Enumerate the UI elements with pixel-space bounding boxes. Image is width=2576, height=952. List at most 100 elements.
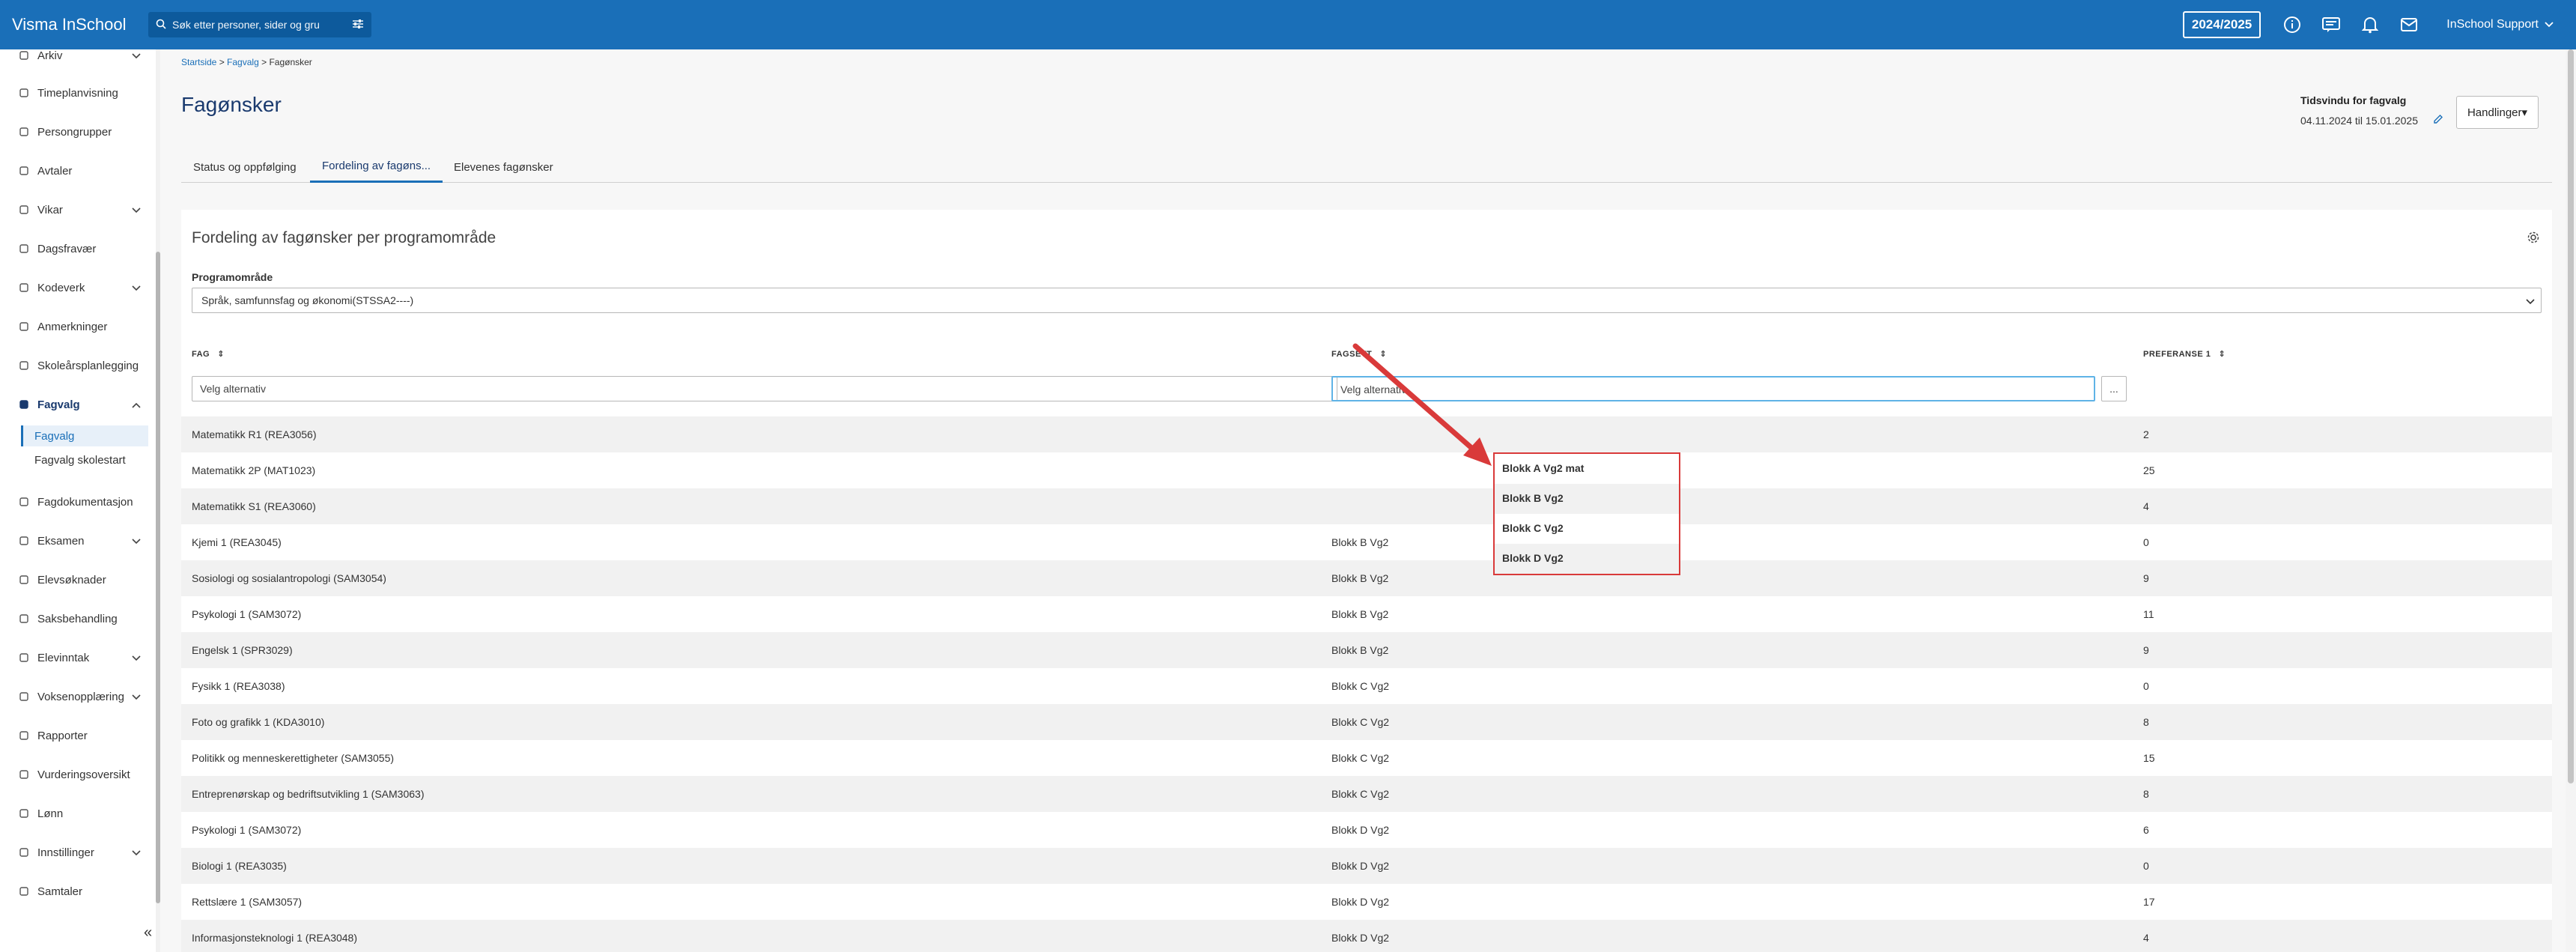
search-box[interactable]: Søk etter personer, sider og gru [148,12,371,37]
user-menu[interactable]: InSchool Support [2446,18,2554,31]
table-row[interactable]: Fysikk 1 (REA3038) Blokk C Vg2 0 [181,668,2552,704]
page-scroll-thumb[interactable] [2568,49,2574,783]
tab-fordeling[interactable]: Fordeling av fagøns... [310,151,443,183]
sidebar-item[interactable]: Fagdokumentasjon [0,487,150,517]
sidebar-item[interactable]: Eksamen [0,526,150,556]
page-scrollbar[interactable] [2566,49,2576,952]
tab-elevenes-fagonsker[interactable]: Elevenes fagønsker [442,151,565,183]
pencil-icon[interactable] [2433,114,2443,127]
sidebar-subitem[interactable]: Fagvalg [21,425,148,446]
collapse-sidebar-icon[interactable]: « [144,924,152,942]
sidebar-item[interactable]: Persongrupper [0,117,150,147]
column-header-fag[interactable]: FAG ⇕ [192,349,225,360]
dropdown-option[interactable]: Blokk D Vg2 [1495,544,1679,574]
messages-icon[interactable] [2318,11,2345,38]
school-year-button[interactable]: 2024/2025 [2182,11,2261,38]
code-icon [18,282,30,294]
sidebar-item[interactable]: Anmerkninger [0,312,150,342]
sidebar-item-label: Saksbehandling [37,612,118,625]
chevron-down-icon[interactable] [132,652,141,664]
filter-sliders-icon[interactable] [352,19,364,31]
dropdown-option[interactable]: Blokk C Vg2 [1495,514,1679,544]
table-row[interactable]: Biologi 1 (REA3035) Blokk D Vg2 0 [181,848,2552,884]
dropdown-option[interactable]: Blokk B Vg2 [1495,484,1679,514]
sidebar-item[interactable]: Timeplanvisning [0,78,150,108]
user-name: InSchool Support [2446,18,2539,31]
document-icon [18,496,30,508]
tab-bar: Status og oppfølging Fordeling av fagøns… [181,151,2552,183]
chevron-down-icon[interactable] [132,535,141,548]
table-row[interactable]: Foto og grafikk 1 (KDA3010) Blokk C Vg2 8 [181,704,2552,740]
sort-icon[interactable]: ⇕ [2218,349,2226,359]
sort-icon[interactable]: ⇕ [217,349,225,359]
info-icon[interactable] [2279,11,2306,38]
person-icon [18,243,30,255]
sidebar-item[interactable]: Arkiv [0,40,150,70]
sidebar-item-label: Elevsøknader [37,573,106,586]
sidebar-item[interactable]: Fagvalg [0,389,150,419]
sidebar-item[interactable]: Elevsøknader [0,565,150,595]
chevron-down-icon[interactable] [132,49,141,62]
chevron-up-icon[interactable] [132,398,141,411]
sidebar-item[interactable]: Elevinntak [0,643,150,673]
search-input[interactable]: Søk etter personer, sider og gru [172,19,352,31]
cell-pref: 8 [2143,788,2149,800]
table-row[interactable]: Sosiologi og sosialantropologi (SAM3054)… [181,560,2552,596]
sidebar-item-label: Vurderingsoversikt [37,768,130,781]
table-row[interactable]: Psykologi 1 (SAM3072) Blokk B Vg2 11 [181,596,2552,632]
table-row[interactable]: Rettslære 1 (SAM3057) Blokk D Vg2 17 [181,884,2552,920]
sidebar-item[interactable]: Dagsfravær [0,234,150,264]
sidebar-item[interactable]: Samtaler [0,876,150,906]
sidebar-item[interactable]: Rapporter [0,721,150,751]
cell-fag: Matematikk R1 (REA3056) [192,428,317,440]
sidebar-item[interactable]: Innstillinger [0,837,150,867]
table-row[interactable]: Matematikk S1 (REA3060) 4 [181,488,2552,524]
table-row[interactable]: Kjemi 1 (REA3045) Blokk B Vg2 0 [181,524,2552,560]
group-icon [18,126,30,138]
sidebar-item[interactable]: Avtaler [0,156,150,186]
chevron-down-icon[interactable] [132,204,141,216]
tab-status[interactable]: Status og oppfølging [181,151,309,183]
mail-icon[interactable] [2396,11,2422,38]
actions-button[interactable]: Handlinger▾ [2456,96,2539,129]
fag-filter-input[interactable]: Velg alternativ [192,376,1337,401]
sidebar-subitem[interactable]: Fagvalg skolestart [21,449,148,470]
table-row[interactable]: Engelsk 1 (SPR3029) Blokk B Vg2 9 [181,632,2552,668]
column-header-preferanse[interactable]: PREFERANSE 1 ⇕ [2143,349,2226,360]
sidebar-item[interactable]: Voksenopplæring [0,682,150,712]
cell-pref: 4 [2143,932,2149,944]
breadcrumb-parent[interactable]: Fagvalg [227,57,259,67]
sidebar-item[interactable]: Vurderingsoversikt [0,760,150,789]
chevron-down-icon[interactable] [132,282,141,294]
sidebar-item[interactable]: Kodeverk [0,273,150,303]
sidebar-item-label: Skoleårsplanlegging [37,359,139,372]
cell-fag: Engelsk 1 (SPR3029) [192,644,293,656]
sidebar-item[interactable]: Skoleårsplanlegging [0,351,150,381]
bell-icon[interactable] [2357,11,2384,38]
cell-fag: Sosiologi og sosialantropologi (SAM3054) [192,572,386,584]
settings-icon [18,846,30,858]
fagsett-filter-button[interactable]: ... [2101,376,2127,401]
sidebar-item[interactable]: Vikar [0,195,150,225]
table-row[interactable]: Psykologi 1 (SAM3072) Blokk D Vg2 6 [181,812,2552,848]
table-row[interactable]: Politikk og menneskerettigheter (SAM3055… [181,740,2552,776]
archive-icon [18,49,30,61]
main-content: Startside > Fagvalg > Fagønsker Fagønske… [160,49,2557,952]
app-title[interactable]: Visma InSchool [12,15,141,34]
table-row[interactable]: Informasjonsteknologi 1 (REA3048) Blokk D… [181,920,2552,952]
sidebar-item[interactable]: Lønn [0,798,150,828]
sidebar-item[interactable]: Saksbehandling [0,604,150,634]
sidebar-item-label: Rapporter [37,729,88,742]
cell-pref: 2 [2143,428,2149,440]
gear-icon[interactable] [2527,231,2540,248]
cell-fagsett: Blokk C Vg2 [1331,716,1390,728]
program-area-select[interactable]: Språk, samfunnsfag og økonomi(STSSA2----… [192,288,2542,313]
chevron-down-icon[interactable] [132,846,141,859]
breadcrumb-home[interactable]: Startside [181,57,216,67]
table-row[interactable]: Entreprenørskap og bedriftsutvikling 1 (… [181,776,2552,812]
dropdown-option[interactable]: Blokk A Vg2 mat [1495,454,1679,484]
calendar-icon [18,87,30,99]
sidebar-item-label: Avtaler [37,164,73,178]
time-window: Tidsvindu for fagvalg 04.11.2024 til 15.… [2300,94,2443,127]
chevron-down-icon[interactable] [132,691,141,703]
